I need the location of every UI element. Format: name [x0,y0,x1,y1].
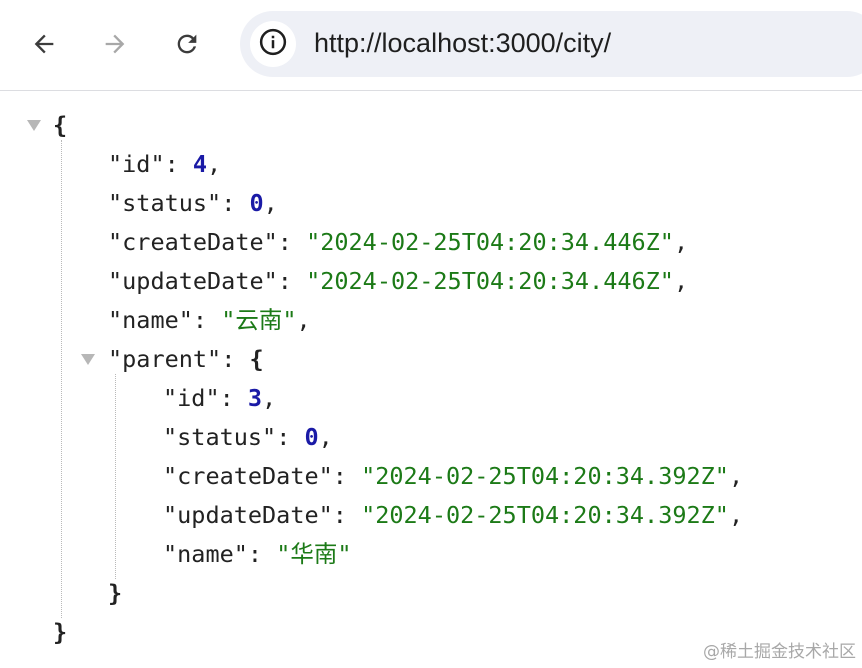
indent-guide [61,140,62,618]
json-field-parent-name: "name": "华南" [163,540,352,568]
json-field-id: "id": 4, [108,150,222,178]
url-text[interactable]: http://localhost:3000/city/ [314,28,611,59]
root-open-brace: { [53,111,68,139]
forward-button[interactable] [93,22,137,66]
arrow-right-icon [101,30,129,58]
json-field-createDate: "createDate": "2024-02-25T04:20:34.446Z"… [108,228,689,256]
back-button[interactable] [22,22,66,66]
json-field-parent-updateDate: "updateDate": "2024-02-25T04:20:34.392Z"… [163,501,744,529]
browser-toolbar: http://localhost:3000/city/ [0,0,862,91]
arrow-left-icon [30,30,58,58]
json-field-name: "name": "云南", [108,306,311,334]
json-field-parent-status: "status": 0, [163,423,333,451]
collapse-toggle-parent[interactable] [81,354,95,365]
root-close-brace: } [53,618,68,646]
collapse-toggle-root[interactable] [27,120,41,131]
json-field-parent-id: "id": 3, [163,384,277,412]
parent-close-brace: } [108,579,123,607]
json-field-parent: "parent": { [108,345,264,373]
reload-button[interactable] [165,22,209,66]
indent-guide [115,374,116,579]
site-info-button[interactable] [250,21,296,67]
json-field-parent-createDate: "createDate": "2024-02-25T04:20:34.392Z"… [163,462,744,490]
json-viewer: { "id": 4, "status": 0, "createDate": "2… [0,92,862,668]
address-bar[interactable]: http://localhost:3000/city/ [240,11,862,77]
watermark: @稀土掘金技术社区 [703,642,856,662]
json-field-updateDate: "updateDate": "2024-02-25T04:20:34.446Z"… [108,267,689,295]
reload-icon [173,30,201,58]
info-icon [258,27,288,62]
json-field-status: "status": 0, [108,189,278,217]
